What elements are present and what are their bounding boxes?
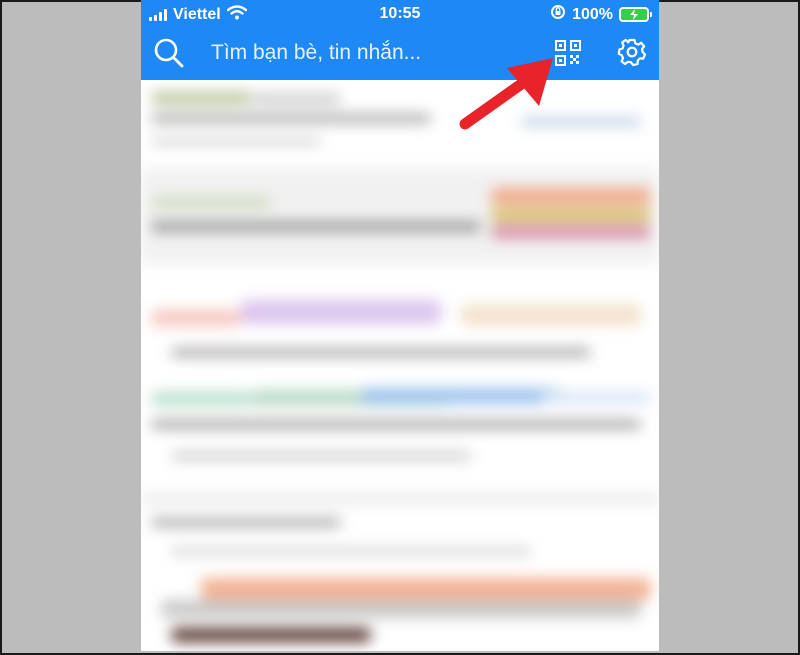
blurred-content bbox=[141, 80, 659, 651]
search-header: Tìm bạn bè, tin nhắn... bbox=[141, 28, 659, 80]
status-bar: Viettel 10:55 100% bbox=[141, 0, 659, 28]
gear-icon[interactable] bbox=[617, 37, 647, 72]
status-right: 100% bbox=[550, 4, 652, 25]
blurred-conversation-list bbox=[141, 80, 659, 651]
battery-percent: 100% bbox=[572, 5, 613, 23]
search-input[interactable]: Tìm bạn bè, tin nhắn... bbox=[211, 41, 421, 65]
phone-screen: Viettel 10:55 100% Tìm bạn bè, tin nhắn.… bbox=[141, 0, 659, 651]
battery-charging-icon bbox=[619, 7, 652, 22]
rotation-lock-icon bbox=[550, 4, 566, 25]
red-arrow-annotation bbox=[459, 58, 553, 130]
search-icon[interactable] bbox=[153, 37, 185, 74]
